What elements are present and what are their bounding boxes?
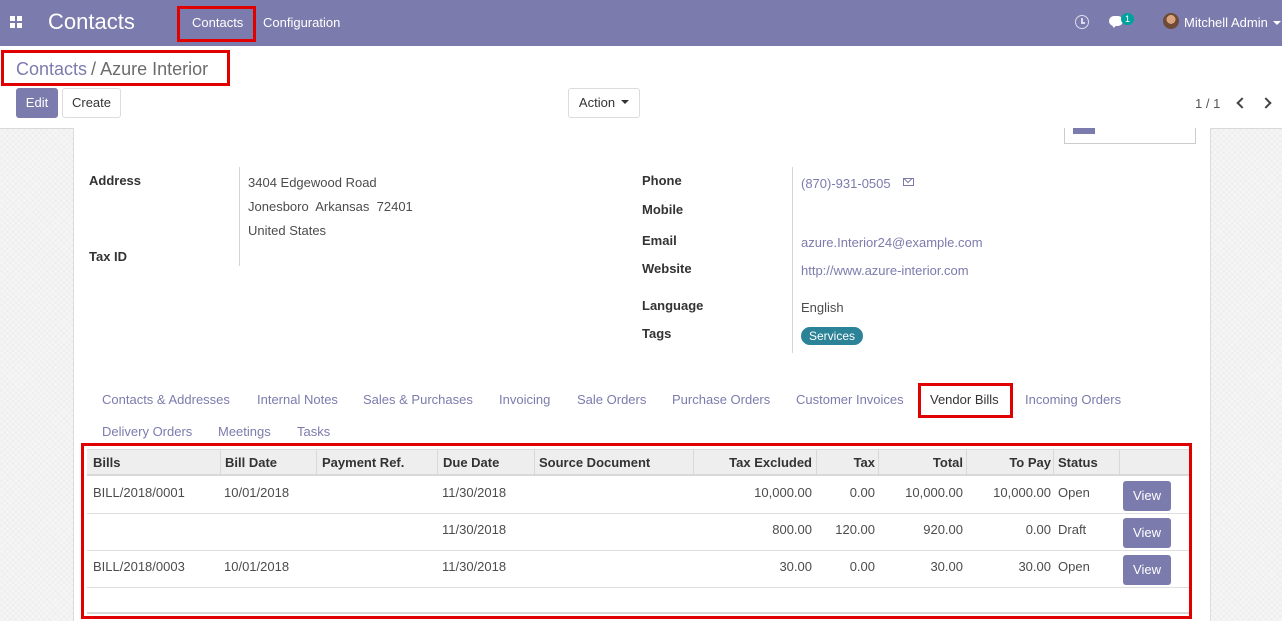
action-dropdown[interactable]: Action [568,88,640,118]
language-value: English [801,300,844,315]
app-title: Contacts [48,9,135,34]
address-country: United States [248,223,327,238]
website-link[interactable]: http://www.azure-interior.com [801,263,969,278]
chat-badge: 1 [1121,13,1135,25]
edit-button[interactable]: Edit [16,88,58,118]
email-link[interactable]: azure.Interior24@example.com [801,235,983,250]
tab-delivery-orders[interactable]: Delivery Orders [102,424,192,439]
caret-down-icon [621,99,630,104]
tax-id-label: Tax ID [89,249,128,264]
clock-icon[interactable] [1075,15,1089,29]
menu-configuration[interactable]: Configuration [263,15,340,30]
email-label: Email [642,233,677,248]
contact-image[interactable] [1064,128,1196,144]
create-button[interactable]: Create [62,88,121,118]
avatar[interactable] [1163,13,1179,29]
tab-tasks[interactable]: Tasks [297,424,330,439]
address-city: Jonesboro Arkansas 72401 [248,199,413,214]
highlight-breadcrumb [1,50,230,86]
address-label: Address [89,173,142,188]
tab-internal-notes[interactable]: Internal Notes [257,392,338,407]
phone-link[interactable]: (870)-931-0505 [801,176,891,191]
chevron-right-icon [1260,97,1272,109]
envelope-icon[interactable] [903,178,914,186]
tab-incoming-orders[interactable]: Incoming Orders [1025,392,1121,407]
tab-sale-orders[interactable]: Sale Orders [577,392,646,407]
tag-services[interactable]: Services [801,327,864,345]
highlight-vendor-bills-tab [918,383,1013,418]
chevron-left-icon [1236,97,1248,109]
address-street: 3404 Edgewood Road [248,175,377,190]
language-label: Language [642,298,704,313]
divider [792,167,793,353]
highlight-contacts-menu [177,6,256,42]
tab-customer-invoices[interactable]: Customer Invoices [796,392,904,407]
apps-icon[interactable] [10,16,23,28]
user-menu[interactable]: Mitchell Admin [1184,15,1268,30]
website-label: Website [642,261,692,276]
phone-label: Phone [642,173,682,188]
highlight-vendor-bills-table [81,443,1192,619]
tab-purchase-orders[interactable]: Purchase Orders [672,392,770,407]
mobile-label: Mobile [642,202,684,217]
tags-label: Tags [642,326,672,341]
action-label: Action [578,95,616,110]
tab-contacts-addresses[interactable]: Contacts & Addresses [102,392,230,407]
tab-meetings[interactable]: Meetings [218,424,271,439]
divider [239,167,240,266]
pager-next[interactable] [1260,94,1276,112]
tab-invoicing[interactable]: Invoicing [499,392,550,407]
caret-down-icon [1273,21,1281,25]
tab-sales-purchases[interactable]: Sales & Purchases [363,392,473,407]
pager-value[interactable]: 1 / 1 [1195,96,1220,111]
pager-previous[interactable] [1233,94,1249,112]
